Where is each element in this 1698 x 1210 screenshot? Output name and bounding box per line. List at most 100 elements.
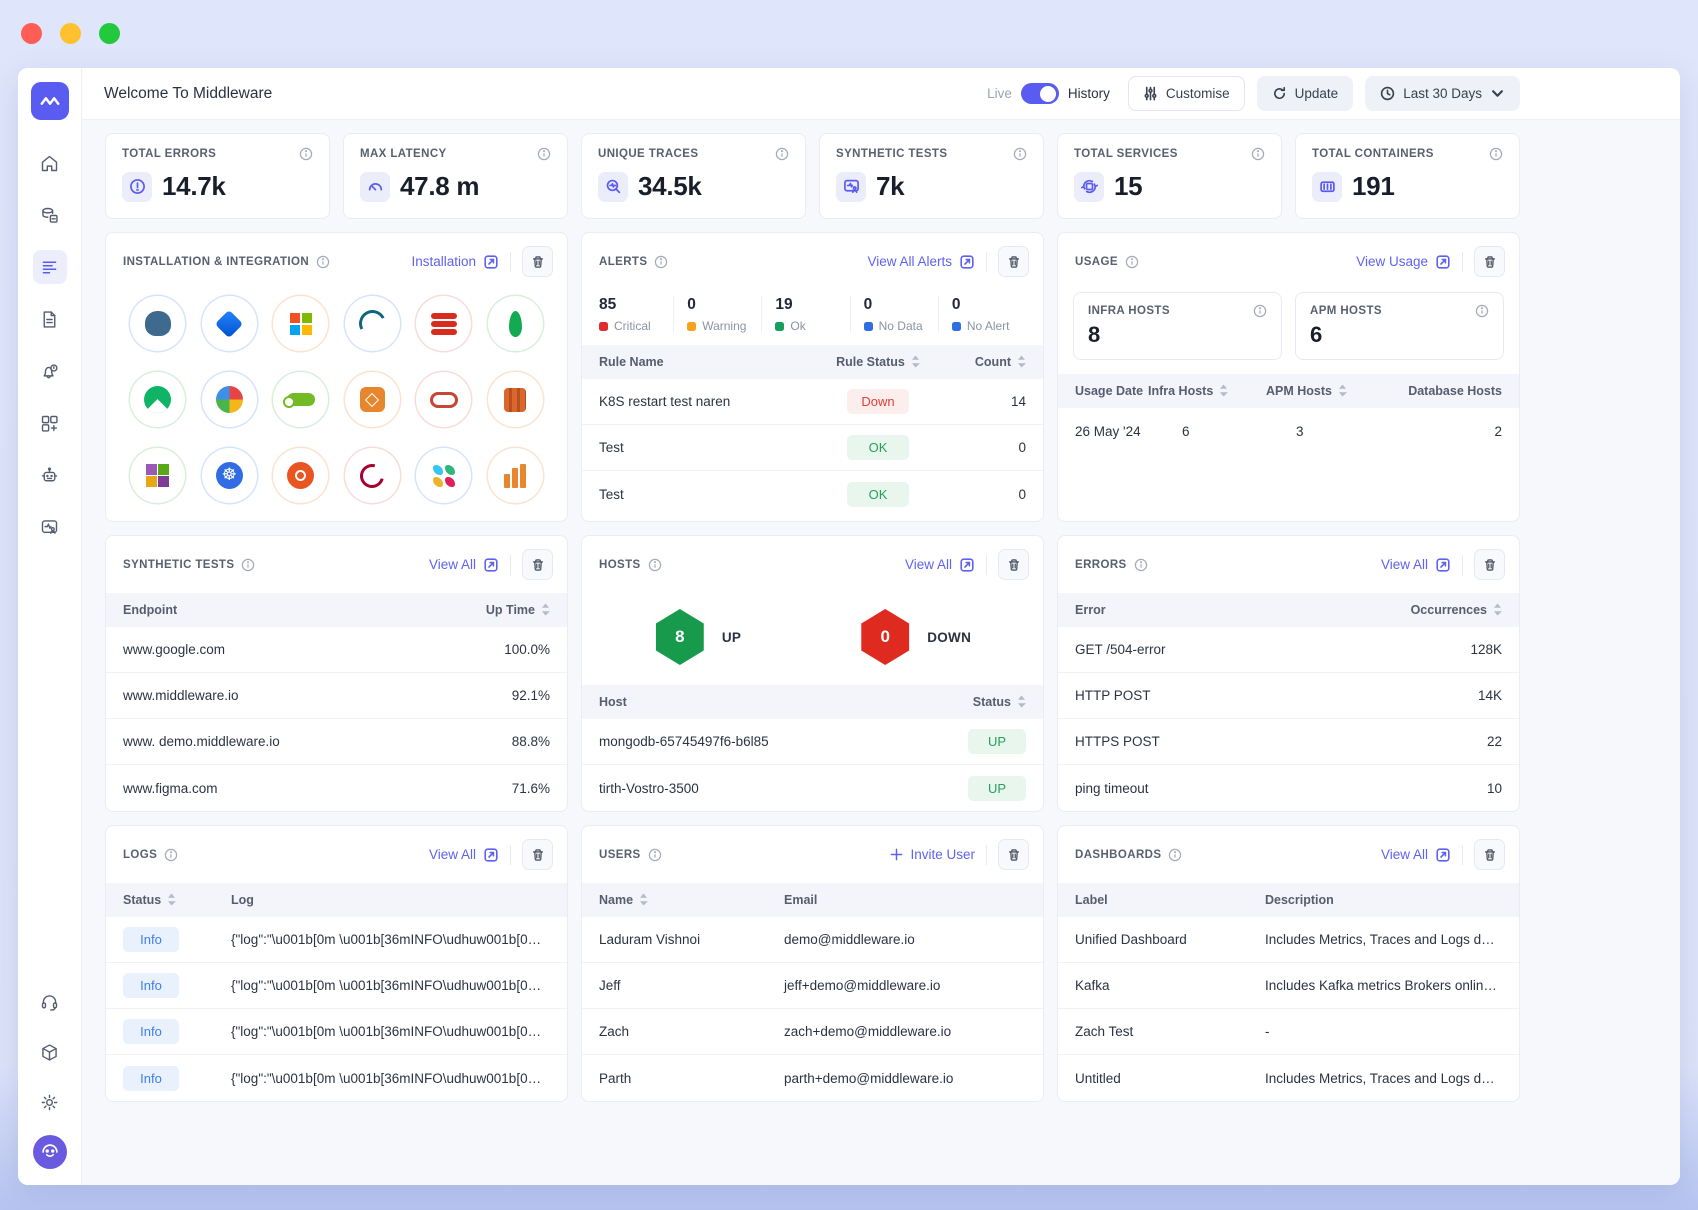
door-icon[interactable]: [488, 372, 543, 427]
installation-link[interactable]: Installation: [411, 254, 499, 270]
table-row: www.figma.com71.6%: [106, 765, 567, 811]
minimize-window-button[interactable]: [60, 23, 81, 44]
aws-stack-icon[interactable]: [488, 448, 543, 503]
infrastructure-icon[interactable]: [33, 198, 67, 232]
dashboard-icon[interactable]: [33, 250, 67, 284]
refresh-icon: [1272, 86, 1287, 101]
history-label: History: [1068, 86, 1110, 101]
logs-document-icon[interactable]: [33, 302, 67, 336]
table-row: Info{"log":"\u001b[0m \u001b[36mINFO\udh…: [106, 1009, 567, 1055]
external-link-icon: [483, 254, 499, 270]
table-row: mongodb-65745497f6-b6l85 UP: [582, 719, 1043, 765]
info-icon: [1168, 848, 1182, 862]
clock-icon: [1380, 86, 1395, 101]
warning-dot: [687, 322, 696, 331]
external-link-icon: [959, 557, 975, 573]
trash-icon: [1007, 255, 1021, 269]
log-level-badge: Info: [123, 927, 179, 952]
middleware-logo[interactable]: [31, 82, 69, 120]
installation-panel: INSTALLATION & INTEGRATION Installation: [105, 232, 568, 522]
view-all-synthetic-link[interactable]: View All: [429, 557, 499, 573]
jira-icon[interactable]: [202, 296, 257, 351]
view-all-alerts-link[interactable]: View All Alerts: [867, 254, 975, 270]
postgresql-icon[interactable]: [130, 296, 185, 351]
users-delete-button[interactable]: [998, 839, 1029, 870]
pinwheel-icon[interactable]: [202, 372, 257, 427]
trash-icon: [1483, 255, 1497, 269]
releases-package-icon[interactable]: [33, 1035, 67, 1069]
errors-icon: [122, 172, 152, 202]
oracle-icon[interactable]: [416, 372, 471, 427]
logs-table-header: Status Log: [106, 883, 567, 917]
log-level-badge: Info: [123, 973, 179, 998]
ok-dot: [775, 322, 784, 331]
synthetic-monitoring-icon[interactable]: [33, 510, 67, 544]
external-link-icon: [1435, 254, 1451, 270]
infra-hosts-card: INFRA HOSTS 8: [1073, 292, 1282, 360]
status-badge: OK: [847, 435, 909, 460]
usage-panel: USAGE View Usage INFRA HOSTS 8: [1057, 232, 1520, 522]
settings-gear-icon[interactable]: [33, 1085, 67, 1119]
synthetic-delete-button[interactable]: [522, 549, 553, 580]
history-toggle[interactable]: [1021, 83, 1059, 104]
installation-delete-button[interactable]: [522, 246, 553, 277]
info-icon: [1013, 147, 1027, 161]
external-link-icon: [483, 557, 499, 573]
info-icon: [1251, 147, 1265, 161]
close-window-button[interactable]: [21, 23, 42, 44]
info-icon: [1475, 304, 1489, 318]
sort-icon: [1017, 355, 1026, 368]
table-row: Zach Test-: [1058, 1009, 1519, 1055]
invite-user-button[interactable]: Invite User: [890, 847, 975, 862]
slack-icon[interactable]: [416, 448, 471, 503]
table-row: HTTP POST14K: [1058, 673, 1519, 719]
alerts-table-header: Rule Name Rule Status Count: [582, 345, 1043, 379]
sort-icon: [911, 355, 920, 368]
customise-button[interactable]: Customise: [1128, 76, 1245, 111]
kubernetes-icon[interactable]: ☸: [202, 448, 257, 503]
bot-icon[interactable]: [33, 458, 67, 492]
hosts-title: HOSTS: [599, 559, 641, 571]
support-headset-icon[interactable]: [33, 985, 67, 1019]
update-button[interactable]: Update: [1257, 76, 1354, 111]
rocky-linux-icon[interactable]: [130, 372, 185, 427]
ubuntu-icon[interactable]: [273, 448, 328, 503]
mysql-icon[interactable]: [345, 296, 400, 351]
external-link-icon: [1435, 557, 1451, 573]
color-grid-icon[interactable]: [130, 448, 185, 503]
view-usage-link[interactable]: View Usage: [1356, 254, 1451, 270]
info-icon: [1134, 558, 1148, 572]
usage-table-header: Usage Date Infra Hosts APM Hosts Databas…: [1058, 374, 1519, 408]
alerts-delete-button[interactable]: [998, 246, 1029, 277]
dashboards-delete-button[interactable]: [1474, 839, 1505, 870]
view-all-errors-link[interactable]: View All: [1381, 557, 1451, 573]
stat-card-total-services: TOTAL SERVICES 15: [1057, 133, 1282, 219]
logs-delete-button[interactable]: [522, 839, 553, 870]
microsoft-icon[interactable]: [273, 296, 328, 351]
alerts-bell-icon[interactable]: [33, 354, 67, 388]
user-avatar[interactable]: [33, 1135, 67, 1169]
usage-delete-button[interactable]: [1474, 246, 1505, 277]
table-row: Info{"log":"\u001b[0m \u001b[36mINFO\udh…: [106, 963, 567, 1009]
opensuse-icon[interactable]: [273, 372, 328, 427]
view-all-hosts-link[interactable]: View All: [905, 557, 975, 573]
home-icon[interactable]: [33, 146, 67, 180]
mongodb-icon[interactable]: [488, 296, 543, 351]
hosts-delete-button[interactable]: [998, 549, 1029, 580]
view-all-dashboards-link[interactable]: View All: [1381, 847, 1451, 863]
aws-box-icon[interactable]: [345, 372, 400, 427]
installation-title: INSTALLATION & INTEGRATION: [123, 256, 309, 268]
live-history-toggle-group: Live History: [987, 83, 1110, 104]
redis-icon[interactable]: [416, 296, 471, 351]
table-row: www.google.com100.0%: [106, 627, 567, 673]
integrations-icon[interactable]: [33, 406, 67, 440]
maximize-window-button[interactable]: [99, 23, 120, 44]
date-range-selector[interactable]: Last 30 Days: [1365, 76, 1520, 111]
status-badge: OK: [847, 482, 909, 507]
debian-icon[interactable]: [345, 448, 400, 503]
errors-delete-button[interactable]: [1474, 549, 1505, 580]
table-row: UntitledIncludes Metrics, Traces and Log…: [1058, 1055, 1519, 1101]
log-level-badge: Info: [123, 1019, 179, 1044]
hosts-panel: HOSTS View All 8UP 0DOWN H: [581, 535, 1044, 812]
view-all-logs-link[interactable]: View All: [429, 847, 499, 863]
